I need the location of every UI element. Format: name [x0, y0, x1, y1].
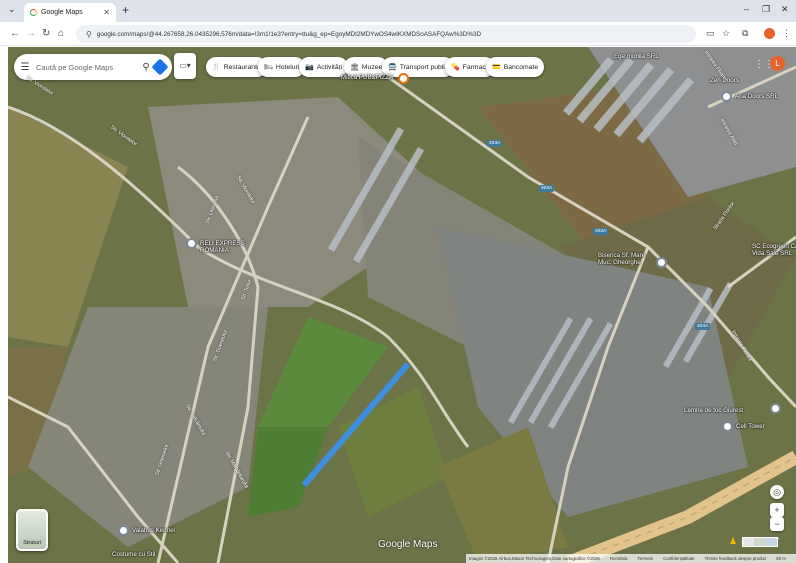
new-tab-button[interactable]: +	[122, 3, 129, 17]
forward-button[interactable]: →	[26, 28, 36, 39]
street-view-pegman-icon[interactable]: ♟	[729, 536, 737, 547]
place-label[interactable]: Ege mobila SRL	[614, 53, 659, 60]
restaurant-icon: 🍴	[212, 64, 221, 71]
place-label[interactable]: Mitică PUB&PIZZA	[341, 74, 393, 81]
browser-toolbar: ← → ↻ ⌂ ⚲ google.com/maps/@44.267658,26.…	[0, 22, 796, 46]
road-number-badge: 403A	[487, 140, 503, 147]
close-window-button[interactable]: ✕	[781, 4, 789, 15]
tab-title: Google Maps	[41, 9, 83, 16]
browser-menu-icon[interactable]: ⋮	[782, 28, 791, 39]
terms-link[interactable]: Termeni	[637, 556, 653, 561]
layers-thumbnail-button[interactable]: Straturi	[16, 509, 48, 551]
museum-icon: 🏛	[350, 64, 359, 71]
pharmacy-icon: 💊	[451, 64, 460, 71]
place-label[interactable]: Aria Doors SRL	[735, 93, 778, 100]
place-label[interactable]: Biserica Sf. Mare Muc. Gheorghe	[598, 252, 645, 266]
install-app-icon[interactable]: ▭	[706, 28, 715, 39]
hamburger-menu-icon[interactable]: ☰	[14, 62, 36, 73]
imagery-credit: Imagini ©2026 Airbus,Maxar Technologies,…	[469, 556, 600, 561]
zoom-in-button[interactable]: +	[770, 503, 784, 517]
church-pin-icon[interactable]	[656, 257, 667, 268]
chip-label: Muzee	[361, 63, 383, 71]
map-search-box[interactable]: ☰ Caută pe Google Maps ⚲	[14, 54, 172, 80]
restaurant-pin-icon[interactable]	[398, 73, 409, 84]
place-pin-icon[interactable]	[770, 403, 781, 414]
browser-profile-avatar[interactable]	[764, 28, 775, 39]
place-label[interactable]: RELI EXPRESS ROMANIA	[200, 240, 245, 254]
imagery-thumbnails[interactable]	[742, 537, 778, 547]
feedback-link[interactable]: Trimite feedback despre produs	[705, 556, 767, 561]
chip-label: Hoteluri	[275, 63, 300, 71]
home-icon[interactable]: ⌂	[58, 28, 64, 39]
attribution-bar: Imagini ©2026 Airbus,Maxar Technologies,…	[466, 554, 796, 563]
place-pin-icon[interactable]	[118, 525, 129, 536]
maximize-button[interactable]: ❐	[762, 4, 770, 15]
place-label[interactable]: Costume cu Stil	[112, 551, 155, 558]
chip-label: Activități	[316, 63, 343, 71]
privacy-link[interactable]: Confidențialitate	[663, 556, 695, 561]
browser-tabbar: ⌄ Google Maps ✕ + – ❐ ✕	[0, 0, 796, 22]
place-label[interactable]: Lemne de foc Giurest	[684, 407, 743, 414]
address-bar[interactable]: ⚲ google.com/maps/@44.267658,26.0435296,…	[76, 25, 696, 43]
road-number-badge: 403A	[695, 323, 711, 330]
tab-close-icon[interactable]: ✕	[103, 8, 110, 17]
place-pin-icon[interactable]	[721, 91, 732, 102]
place-pin-icon[interactable]	[186, 238, 197, 249]
bookmark-star-icon[interactable]: ☆	[722, 28, 730, 39]
chip-label: Bancomate	[503, 63, 539, 71]
road-number-badge: 403A	[593, 228, 609, 235]
satellite-map[interactable]: ☰ Caută pe Google Maps ⚲ ▭▾ 🍴 Restaurant…	[8, 47, 796, 563]
tab-search-icon[interactable]: ⌄	[8, 4, 16, 15]
back-button[interactable]: ←	[10, 28, 20, 39]
country-link[interactable]: România	[610, 556, 628, 561]
browser-tab[interactable]: Google Maps ✕	[24, 3, 116, 22]
atm-icon: 💳	[492, 64, 501, 71]
account-avatar[interactable]: L	[770, 56, 785, 71]
layers-label: Straturi	[23, 540, 41, 546]
url-text: google.com/maps/@44.267658,26.0435296,57…	[96, 30, 481, 38]
reload-button[interactable]: ↻	[42, 28, 50, 39]
place-label[interactable]: SC Ecogreen Ca Vida Sale SRL	[752, 243, 796, 257]
road-number-badge: 403A	[539, 185, 555, 192]
extensions-icon[interactable]: ⧉	[742, 28, 748, 39]
zoom-out-button[interactable]: −	[770, 517, 784, 531]
search-input[interactable]: Caută pe Google Maps	[36, 63, 138, 72]
place-label[interactable]: Valahus Kennel	[132, 527, 175, 534]
place-label[interactable]: Cell Tower	[736, 423, 765, 430]
my-location-button[interactable]: ◎	[770, 485, 784, 499]
satellite-imagery	[8, 47, 796, 563]
place-pin-icon[interactable]	[722, 421, 733, 432]
google-maps-logo: Google Maps	[378, 539, 438, 550]
camera-icon: 📷	[305, 64, 314, 71]
chip-atms[interactable]: 💳 Bancomate	[486, 57, 545, 77]
site-info-icon[interactable]: ⚲	[86, 30, 92, 39]
layers-toggle-button[interactable]: ▭▾	[174, 53, 196, 79]
chip-label: Transport public	[399, 63, 449, 71]
directions-icon[interactable]	[151, 58, 169, 76]
expand-controls-icon[interactable]: ⌃	[774, 536, 781, 545]
chip-label: Farmacii	[462, 63, 489, 71]
chip-label: Restaurante	[223, 63, 261, 71]
scale-bar[interactable]: 50 m	[776, 556, 786, 561]
bus-icon: 🚍	[388, 64, 397, 71]
hotel-icon: 🛏	[264, 64, 273, 71]
minimize-button[interactable]: –	[744, 4, 749, 14]
google-maps-favicon-icon	[30, 9, 37, 16]
